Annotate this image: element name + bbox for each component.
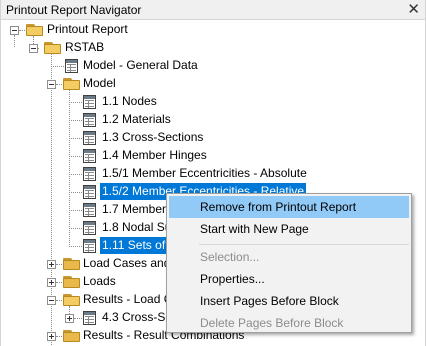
- expand-icon[interactable]: [65, 314, 74, 323]
- collapse-icon[interactable]: [29, 44, 38, 53]
- menu-item-delete-pages: Delete Pages Before Block: [200, 316, 344, 330]
- collapse-icon[interactable]: [10, 26, 19, 35]
- document-icon: [83, 113, 96, 127]
- tree-item-results-load[interactable]: Results - Load C: [81, 291, 174, 308]
- expand-icon[interactable]: [47, 332, 56, 341]
- document-icon: [83, 149, 96, 163]
- tree-item-cross-sec-4-3[interactable]: 4.3 Cross-Se: [100, 309, 174, 326]
- menu-separator: [199, 244, 409, 245]
- folder-icon: [44, 41, 62, 54]
- expand-icon[interactable]: [47, 278, 56, 287]
- tree-item-ecc-absolute[interactable]: 1.5/1 Member Eccentricities - Absolute: [100, 165, 309, 182]
- tree-item-model[interactable]: Model: [81, 75, 118, 92]
- tree-item-nodes[interactable]: 1.1 Nodes: [100, 93, 159, 110]
- menu-item-selection: Selection...: [200, 250, 260, 264]
- panel-title: Printout Report Navigator: [6, 3, 142, 17]
- folder-icon: [63, 329, 81, 342]
- document-icon: [83, 311, 96, 325]
- close-icon[interactable]: ✕: [407, 1, 420, 18]
- document-icon: [83, 131, 96, 145]
- context-menu: Remove from Printout Report Start with N…: [166, 193, 412, 333]
- tree-item-load-cases[interactable]: Load Cases and: [81, 255, 172, 272]
- tree-item-materials[interactable]: 1.2 Materials: [100, 111, 173, 128]
- printout-navigator-panel: Printout Report Navigator ✕ Printout Rep…: [0, 0, 426, 346]
- document-icon: [83, 203, 96, 217]
- folder-icon: [26, 23, 44, 36]
- menu-item-remove[interactable]: Remove from Printout Report: [169, 196, 409, 218]
- document-icon: [83, 239, 96, 253]
- tree-item-1-8[interactable]: 1.8 Nodal Su: [100, 219, 173, 236]
- document-icon: [83, 221, 96, 235]
- menu-item-properties[interactable]: Properties...: [169, 268, 409, 290]
- folder-icon: [63, 293, 81, 306]
- menu-item-insert-pages[interactable]: Insert Pages Before Block: [169, 290, 409, 312]
- document-icon: [65, 59, 78, 73]
- expand-icon[interactable]: [47, 260, 56, 269]
- tree-item-rstab[interactable]: RSTAB: [63, 39, 106, 56]
- folder-icon: [63, 275, 81, 288]
- tree-item-model-general-data[interactable]: Model - General Data: [81, 57, 200, 74]
- folder-icon: [63, 77, 81, 90]
- collapse-icon[interactable]: [47, 80, 56, 89]
- tree-item-printout-report[interactable]: Printout Report: [45, 21, 130, 38]
- document-icon: [83, 185, 96, 199]
- tree-item-member-hinges[interactable]: 1.4 Member Hinges: [100, 147, 209, 164]
- tree-item-1-7[interactable]: 1.7 Member: [100, 201, 168, 218]
- collapse-icon[interactable]: [47, 296, 56, 305]
- document-icon: [83, 95, 96, 109]
- tree-item-loads[interactable]: Loads: [81, 273, 118, 290]
- tree-item-cross-sections[interactable]: 1.3 Cross-Sections: [100, 129, 205, 146]
- tree-item-1-11[interactable]: 1.11 Sets of I: [100, 237, 174, 254]
- menu-item-start-new-page[interactable]: Start with New Page: [169, 218, 409, 240]
- title-bar: Printout Report Navigator ✕: [1, 0, 425, 20]
- folder-icon: [63, 257, 81, 270]
- document-icon: [83, 167, 96, 181]
